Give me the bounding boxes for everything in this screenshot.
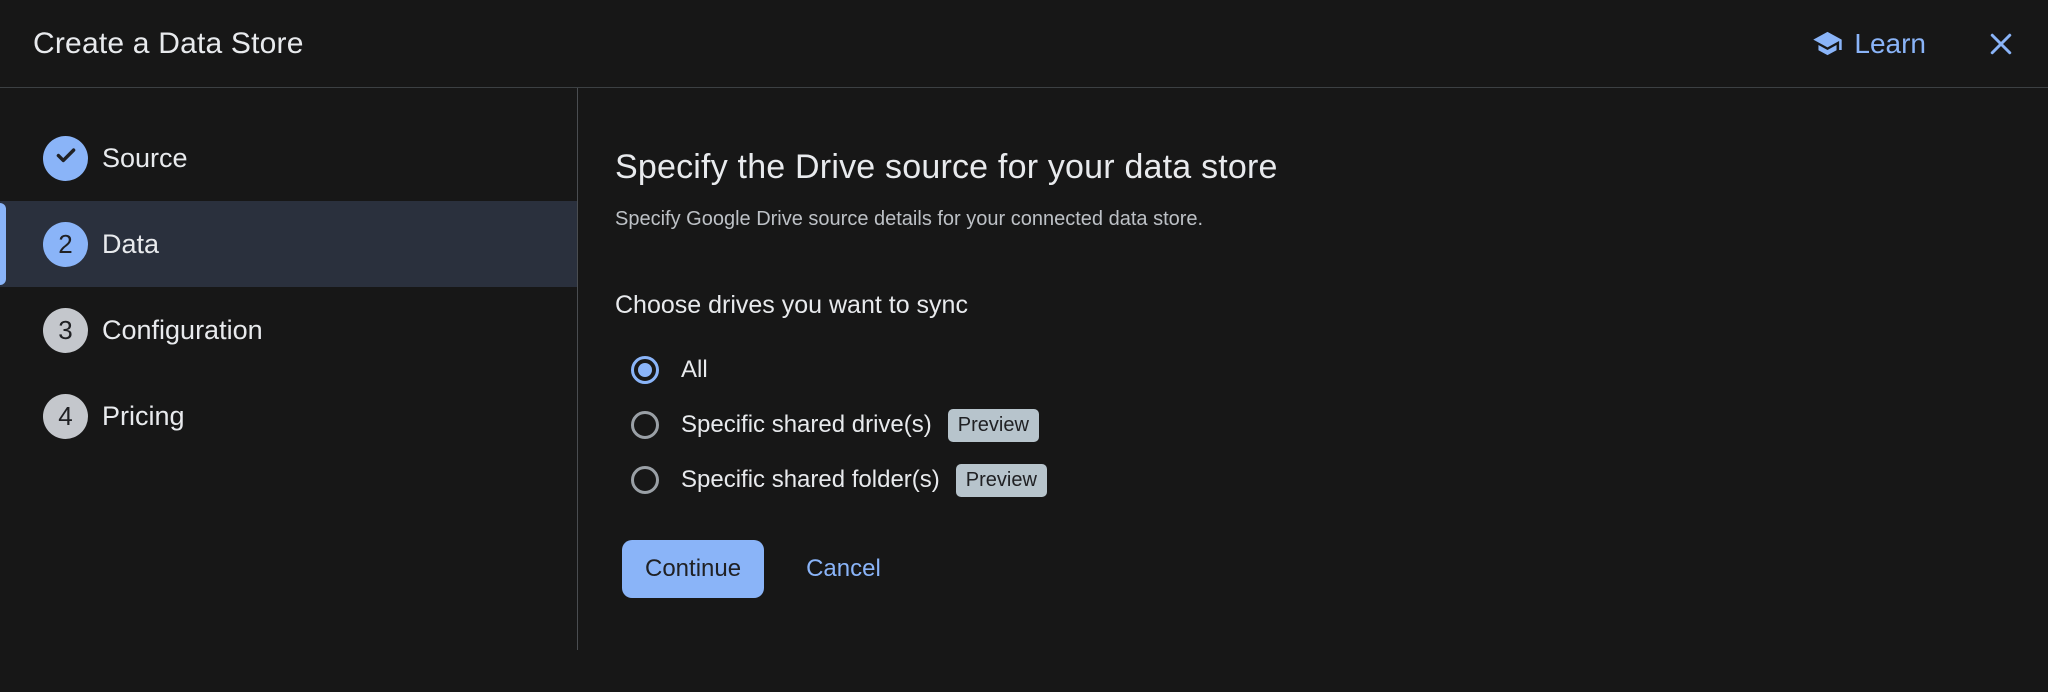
radio-label: Specific shared folder(s) [681, 466, 940, 494]
action-bar: Continue Cancel [622, 540, 2048, 598]
active-step-indicator-bar [0, 203, 6, 285]
page-title: Specify the Drive source for your data s… [615, 144, 2048, 190]
stepper-sidebar: 1 Source 2 Data 3 Configuration 4 [0, 88, 577, 692]
radio-dot [638, 363, 652, 377]
check-icon [53, 142, 79, 175]
step-pricing[interactable]: 4 Pricing [0, 373, 577, 459]
preview-badge: Preview [948, 409, 1039, 442]
step-label: Source [102, 143, 188, 174]
radio-dot [638, 473, 652, 487]
radio-label: All [681, 356, 708, 384]
close-icon[interactable] [1984, 27, 2018, 61]
radio-option-all[interactable]: All [631, 346, 2048, 394]
step-number: 2 [58, 229, 72, 260]
step-circle: 4 [43, 394, 88, 439]
preview-badge: Preview [956, 464, 1047, 497]
drive-sync-options: All Specific shared drive(s) Preview Spe… [631, 346, 2048, 504]
page-subtitle: Specify Google Drive source details for … [615, 206, 2048, 233]
step-number: 4 [58, 401, 72, 432]
step-label: Configuration [102, 315, 263, 346]
step-configuration[interactable]: 3 Configuration [0, 287, 577, 373]
dialog-header: Create a Data Store Learn [0, 0, 2048, 88]
step-circle: 2 [43, 222, 88, 267]
radio-dot [638, 418, 652, 432]
continue-button[interactable]: Continue [622, 540, 764, 598]
radio-button[interactable] [631, 466, 659, 494]
step-data[interactable]: 2 Data [0, 201, 577, 287]
step-number: 3 [58, 315, 72, 346]
learn-link[interactable]: Learn [1812, 28, 1926, 60]
radio-option-specific-shared-folders[interactable]: Specific shared folder(s) Preview [631, 456, 2048, 504]
radio-label: Specific shared drive(s) [681, 411, 932, 439]
step-label: Pricing [102, 401, 185, 432]
learn-label: Learn [1854, 28, 1926, 60]
radio-button[interactable] [631, 411, 659, 439]
dialog-title: Create a Data Store [33, 27, 304, 61]
school-icon [1812, 28, 1843, 59]
content-panel: Specify the Drive source for your data s… [577, 88, 2048, 692]
step-label: Data [102, 229, 159, 260]
cancel-button[interactable]: Cancel [806, 555, 881, 583]
section-title: Choose drives you want to sync [615, 289, 2048, 321]
step-circle: 1 [43, 136, 88, 181]
step-source[interactable]: 1 Source [0, 115, 577, 201]
radio-button[interactable] [631, 356, 659, 384]
step-circle: 3 [43, 308, 88, 353]
header-actions: Learn [1812, 27, 2018, 61]
radio-option-specific-shared-drives[interactable]: Specific shared drive(s) Preview [631, 401, 2048, 449]
